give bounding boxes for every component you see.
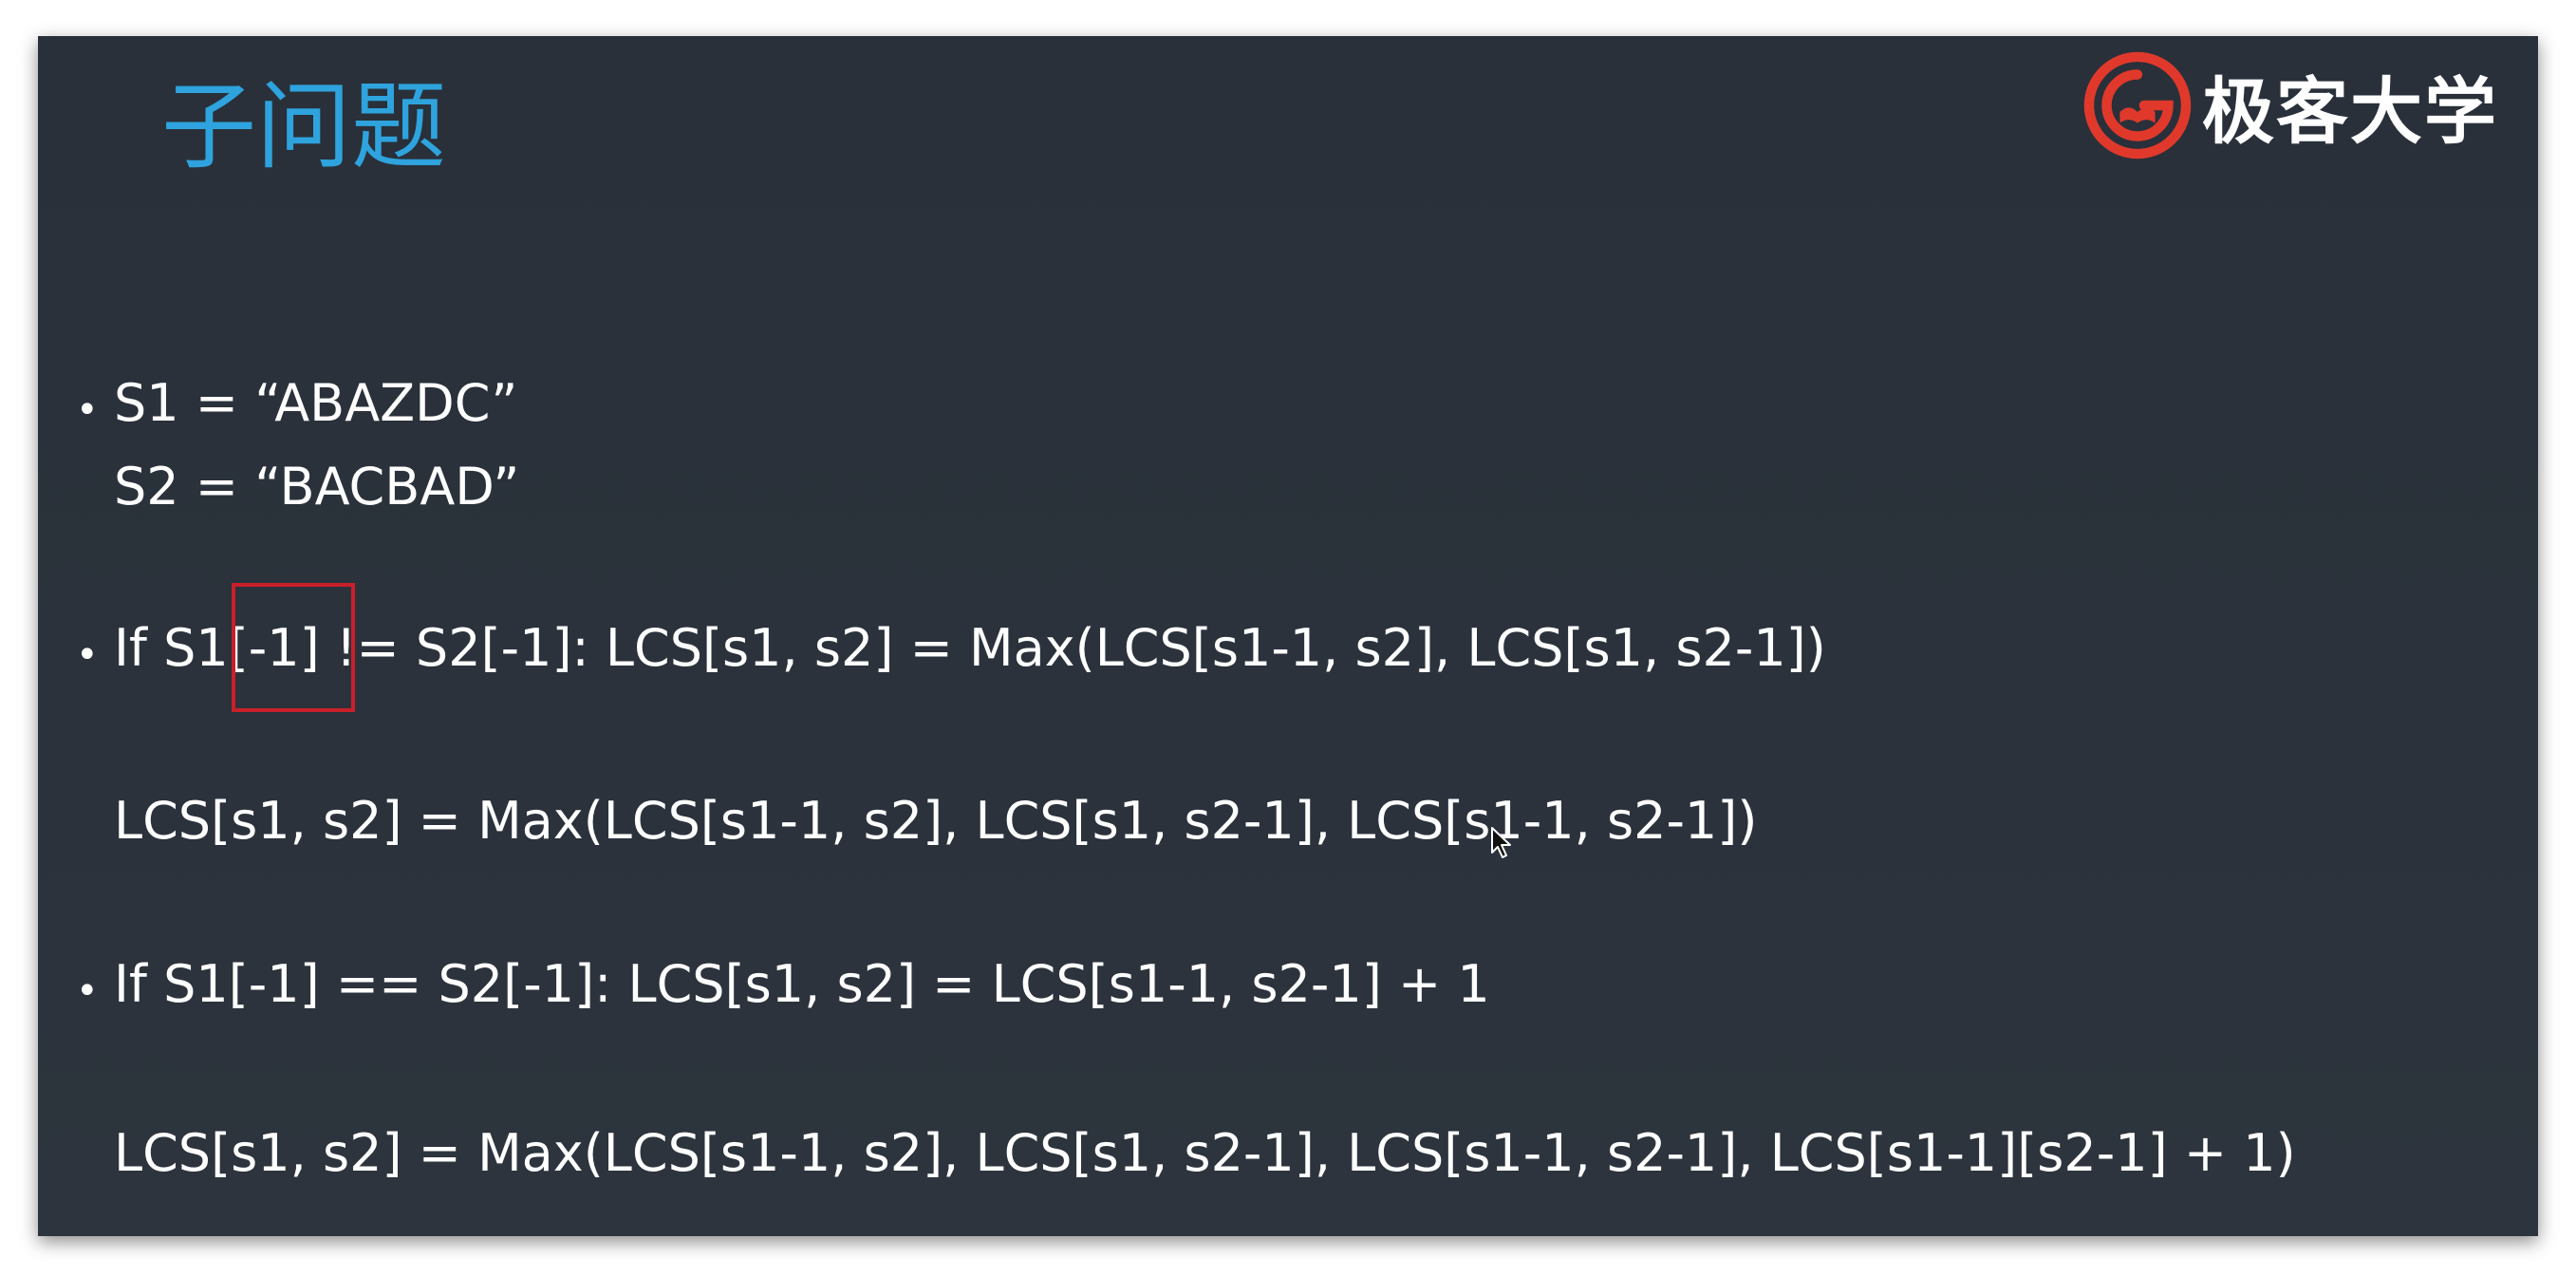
geek-university-logo-icon <box>2083 51 2192 160</box>
screen: 子问题 极客大学 • S1 = “ABAZDC” S2 = “BACBAD” •… <box>0 0 2576 1276</box>
highlight-box <box>232 583 355 712</box>
mouse-cursor-icon <box>1491 827 1511 858</box>
bullet-1-line-2: S2 = “BACBAD” <box>114 457 520 516</box>
bullet-marker: • <box>76 388 99 432</box>
brand: 极客大学 <box>2082 44 2498 167</box>
bullet-2-line-1: If S1[-1] != S2[-1]: LCS[s1, s2] = Max(L… <box>114 618 1826 678</box>
bullet-marker: • <box>76 969 99 1013</box>
bullet-3-line-1: If S1[-1] == S2[-1]: LCS[s1, s2] = LCS[s… <box>114 954 1490 1014</box>
bullet-3-line-2: LCS[s1, s2] = Max(LCS[s1-1, s2], LCS[s1,… <box>114 1123 2296 1183</box>
brand-name: 极客大学 <box>2202 69 2498 154</box>
bullet-1-line-1: S1 = “ABAZDC” <box>114 373 518 433</box>
slide-title: 子问题 <box>161 71 446 182</box>
presentation-slide: 子问题 极客大学 • S1 = “ABAZDC” S2 = “BACBAD” •… <box>38 36 2538 1236</box>
bullet-marker: • <box>76 633 99 677</box>
